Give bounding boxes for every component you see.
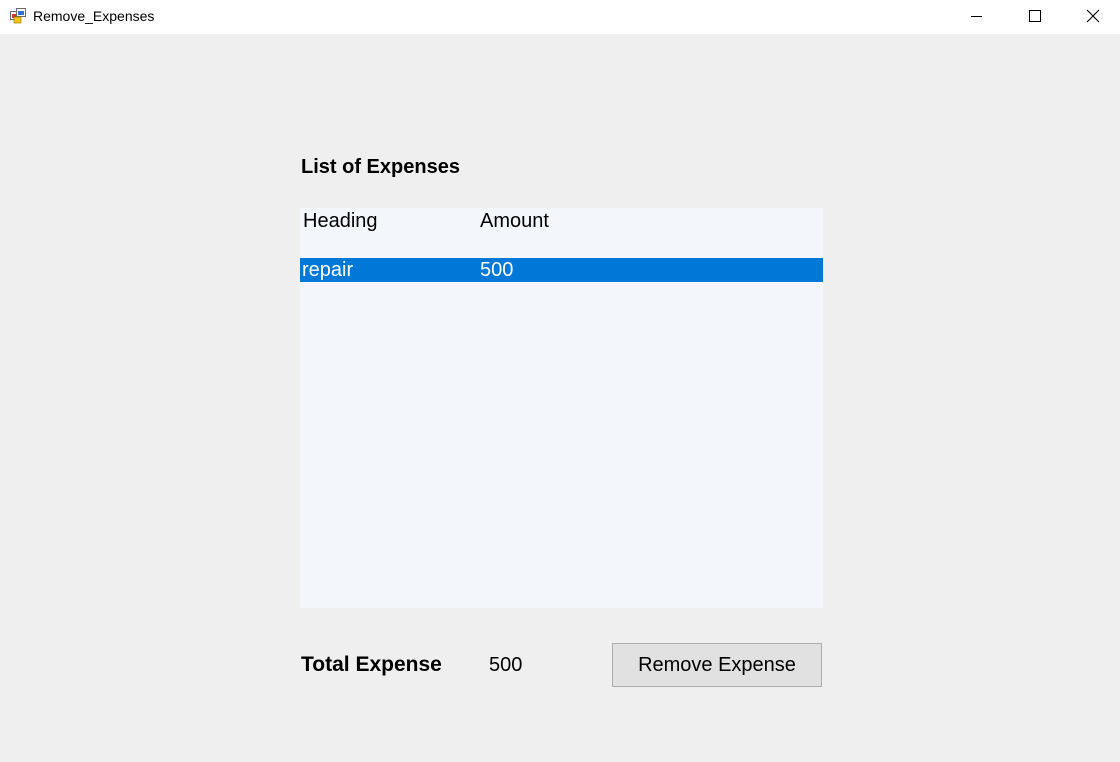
expenses-listview[interactable]: Heading Amount repair 500 <box>300 208 823 608</box>
total-expense-value: 500 <box>489 654 523 676</box>
close-button[interactable] <box>1064 0 1120 32</box>
minimize-icon <box>971 16 982 17</box>
column-header-heading[interactable]: Heading <box>303 209 378 233</box>
list-title: List of Expenses <box>301 156 460 178</box>
app-window: Remove_Expenses List of Expenses Heading… <box>0 0 1120 762</box>
column-header-amount[interactable]: Amount <box>480 209 549 233</box>
list-item[interactable]: repair 500 <box>300 258 823 282</box>
close-icon <box>1086 9 1100 23</box>
total-expense-label: Total Expense <box>301 653 442 676</box>
minimize-button[interactable] <box>948 0 1006 32</box>
window-title: Remove_Expenses <box>33 8 155 24</box>
remove-expense-button[interactable]: Remove Expense <box>612 643 822 687</box>
list-item-amount: 500 <box>480 259 514 281</box>
maximize-icon <box>1029 10 1041 22</box>
maximize-button[interactable] <box>1006 0 1064 32</box>
title-bar[interactable]: Remove_Expenses <box>0 0 1120 34</box>
list-item-heading: repair <box>302 259 354 281</box>
app-icon <box>10 8 26 24</box>
listview-header: Heading Amount <box>300 208 823 234</box>
